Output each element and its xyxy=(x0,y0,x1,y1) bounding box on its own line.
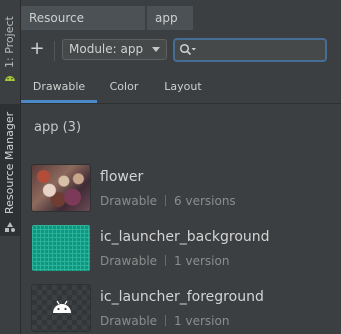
tab-resource-manager[interactable]: Resource Manager xyxy=(21,6,145,49)
tab-app[interactable]: app xyxy=(147,6,193,30)
resource-manager-tool-label: Resource Manager xyxy=(3,111,16,214)
module-dropdown[interactable]: Module: app xyxy=(62,39,167,60)
resource-meta: Drawable 6 versions xyxy=(100,194,236,208)
toolbar-separator xyxy=(54,41,55,61)
resource-type: Drawable xyxy=(100,254,158,268)
android-icon xyxy=(5,76,15,81)
resource-versions: 1 version xyxy=(174,254,230,268)
module-dropdown-value: Module: app xyxy=(69,42,144,56)
section-title: app (3) xyxy=(34,120,82,135)
flower-thumbnail xyxy=(31,164,91,212)
project-tool-label: 1: Project xyxy=(3,16,16,68)
resource-manager-tool-button[interactable]: Resource Manager xyxy=(0,104,20,236)
resource-versions: 6 versions xyxy=(174,194,236,208)
meta-divider xyxy=(165,255,167,266)
project-tool-button[interactable]: 1: Project xyxy=(0,2,20,88)
resource-item-flower[interactable]: flower Drawable 6 versions xyxy=(31,164,341,218)
resource-name: ic_launcher_background xyxy=(100,229,270,245)
tab-drawable[interactable]: Drawable xyxy=(21,71,97,103)
resource-item-ic-launcher-background[interactable]: ic_launcher_background Drawable 1 version xyxy=(31,224,341,278)
resource-shapes-icon xyxy=(5,222,15,232)
toolbar: + Module: app xyxy=(21,31,341,71)
tab-color[interactable]: Color xyxy=(102,71,146,103)
meta-divider xyxy=(165,315,167,326)
meta-divider xyxy=(165,195,167,206)
resource-type-tabs: Drawable Color Layout xyxy=(21,71,341,104)
chevron-down-icon xyxy=(152,47,160,52)
search-icon xyxy=(179,43,196,56)
resource-type: Drawable xyxy=(100,194,158,208)
resource-type: Drawable xyxy=(100,314,158,328)
resource-name: flower xyxy=(100,169,144,185)
resource-item-ic-launcher-foreground[interactable]: ic_launcher_foreground Drawable 1 version xyxy=(31,284,341,334)
tool-window-strip: 1: Project Resource Manager xyxy=(0,0,21,334)
search-input[interactable] xyxy=(173,38,327,62)
resource-meta: Drawable 1 version xyxy=(100,314,229,328)
resource-versions: 1 version xyxy=(174,314,230,328)
tab-bar: Resource Manager app xyxy=(21,3,341,49)
android-head-icon xyxy=(53,300,71,313)
launcher-background-thumbnail xyxy=(31,224,91,272)
add-resource-button[interactable]: + xyxy=(29,39,45,59)
tab-layout[interactable]: Layout xyxy=(156,71,210,103)
resource-manager-window: 1: Project Resource Manager Resource Man… xyxy=(0,0,341,334)
resource-meta: Drawable 1 version xyxy=(100,254,229,268)
launcher-foreground-thumbnail xyxy=(31,284,91,332)
resource-name: ic_launcher_foreground xyxy=(100,289,264,305)
